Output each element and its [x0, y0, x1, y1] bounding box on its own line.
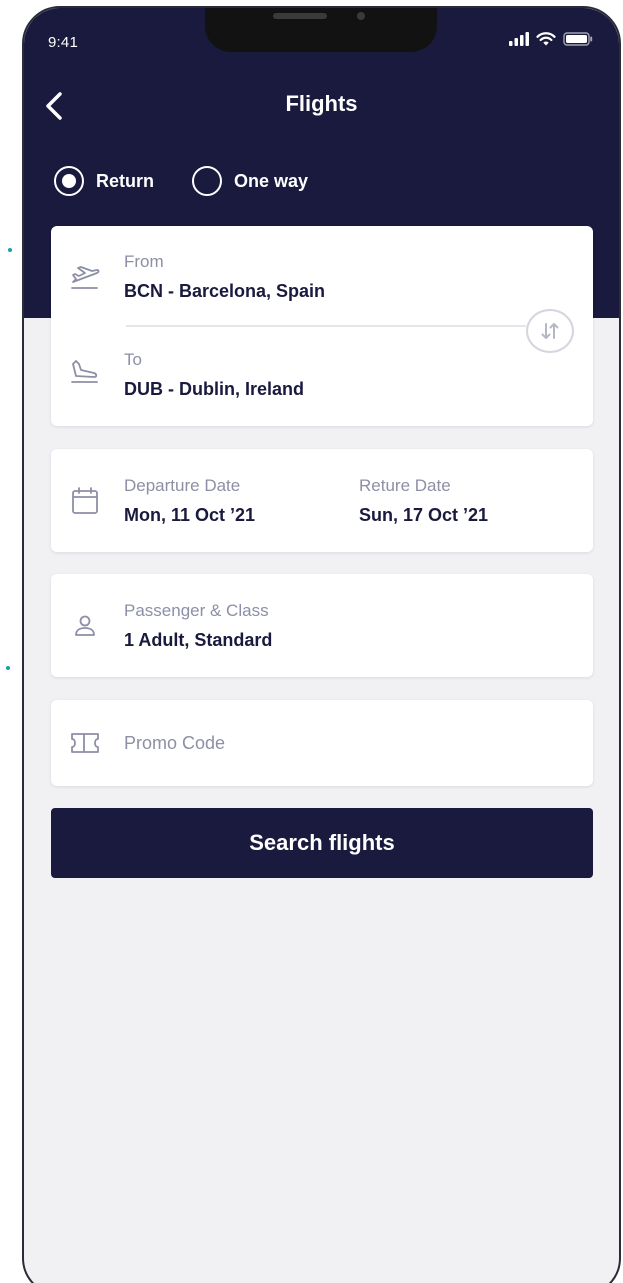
from-field[interactable]: From BCN - Barcelona, Spain	[51, 226, 593, 322]
ticket-icon	[71, 733, 99, 753]
radio-return[interactable]: Return	[54, 166, 154, 196]
from-label: From	[124, 252, 164, 271]
return-date-label: Reture Date	[359, 476, 451, 495]
departure-date-label: Departure Date	[124, 476, 241, 495]
passenger-class-label: Passenger & Class	[124, 601, 269, 620]
annotation-dot	[6, 666, 10, 670]
user-icon	[75, 615, 95, 636]
to-value: DUB - Dublin, Ireland	[124, 379, 304, 399]
from-value: BCN - Barcelona, Spain	[124, 281, 326, 301]
departure-date-field[interactable]: Departure Date Mon, 11 Oct ’21	[111, 449, 341, 552]
wifi-icon	[536, 32, 556, 46]
route-card: From BCN - Barcelona, Spain To DUB - Dub…	[51, 226, 593, 426]
plane-landing-icon	[71, 360, 98, 383]
trip-type-selector: Return One way	[54, 166, 346, 196]
phone-frame: 9:41 Flights Return One way From BCN - B…	[22, 6, 621, 1283]
status-time: 9:41	[48, 34, 78, 51]
departure-date-value: Mon, 11 Oct ’21	[124, 505, 256, 525]
promo-code-placeholder: Promo Code	[124, 733, 226, 753]
search-flights-button[interactable]: Search flights	[51, 808, 593, 878]
camera	[357, 12, 365, 20]
to-field[interactable]: To DUB - Dublin, Ireland	[51, 330, 593, 426]
signal-icon	[509, 32, 529, 46]
route-divider	[126, 325, 526, 327]
radio-button[interactable]	[192, 166, 222, 196]
dates-card: Departure Date Mon, 11 Oct ’21 Reture Da…	[51, 449, 593, 552]
device-notch	[205, 8, 437, 52]
to-label: To	[124, 350, 142, 369]
radio-one-way-label: One way	[234, 170, 309, 191]
return-date-field[interactable]: Reture Date Sun, 17 Oct ’21	[347, 449, 577, 552]
battery-icon	[563, 32, 593, 46]
promo-code-field[interactable]: Promo Code	[51, 700, 593, 786]
radio-return-label: Return	[96, 170, 154, 191]
radio-button-selected[interactable]	[54, 166, 84, 196]
status-icons	[509, 32, 593, 46]
passenger-class-field[interactable]: Passenger & Class 1 Adult, Standard	[51, 574, 593, 677]
radio-one-way[interactable]: One way	[192, 166, 308, 196]
page-title: Flights	[285, 91, 358, 116]
annotation-dot	[8, 248, 12, 252]
plane-takeoff-icon	[71, 266, 100, 289]
calendar-icon	[72, 487, 98, 514]
passenger-class-value: 1 Adult, Standard	[124, 630, 273, 650]
speaker	[273, 13, 327, 19]
return-date-value: Sun, 17 Oct ’21	[359, 505, 489, 525]
